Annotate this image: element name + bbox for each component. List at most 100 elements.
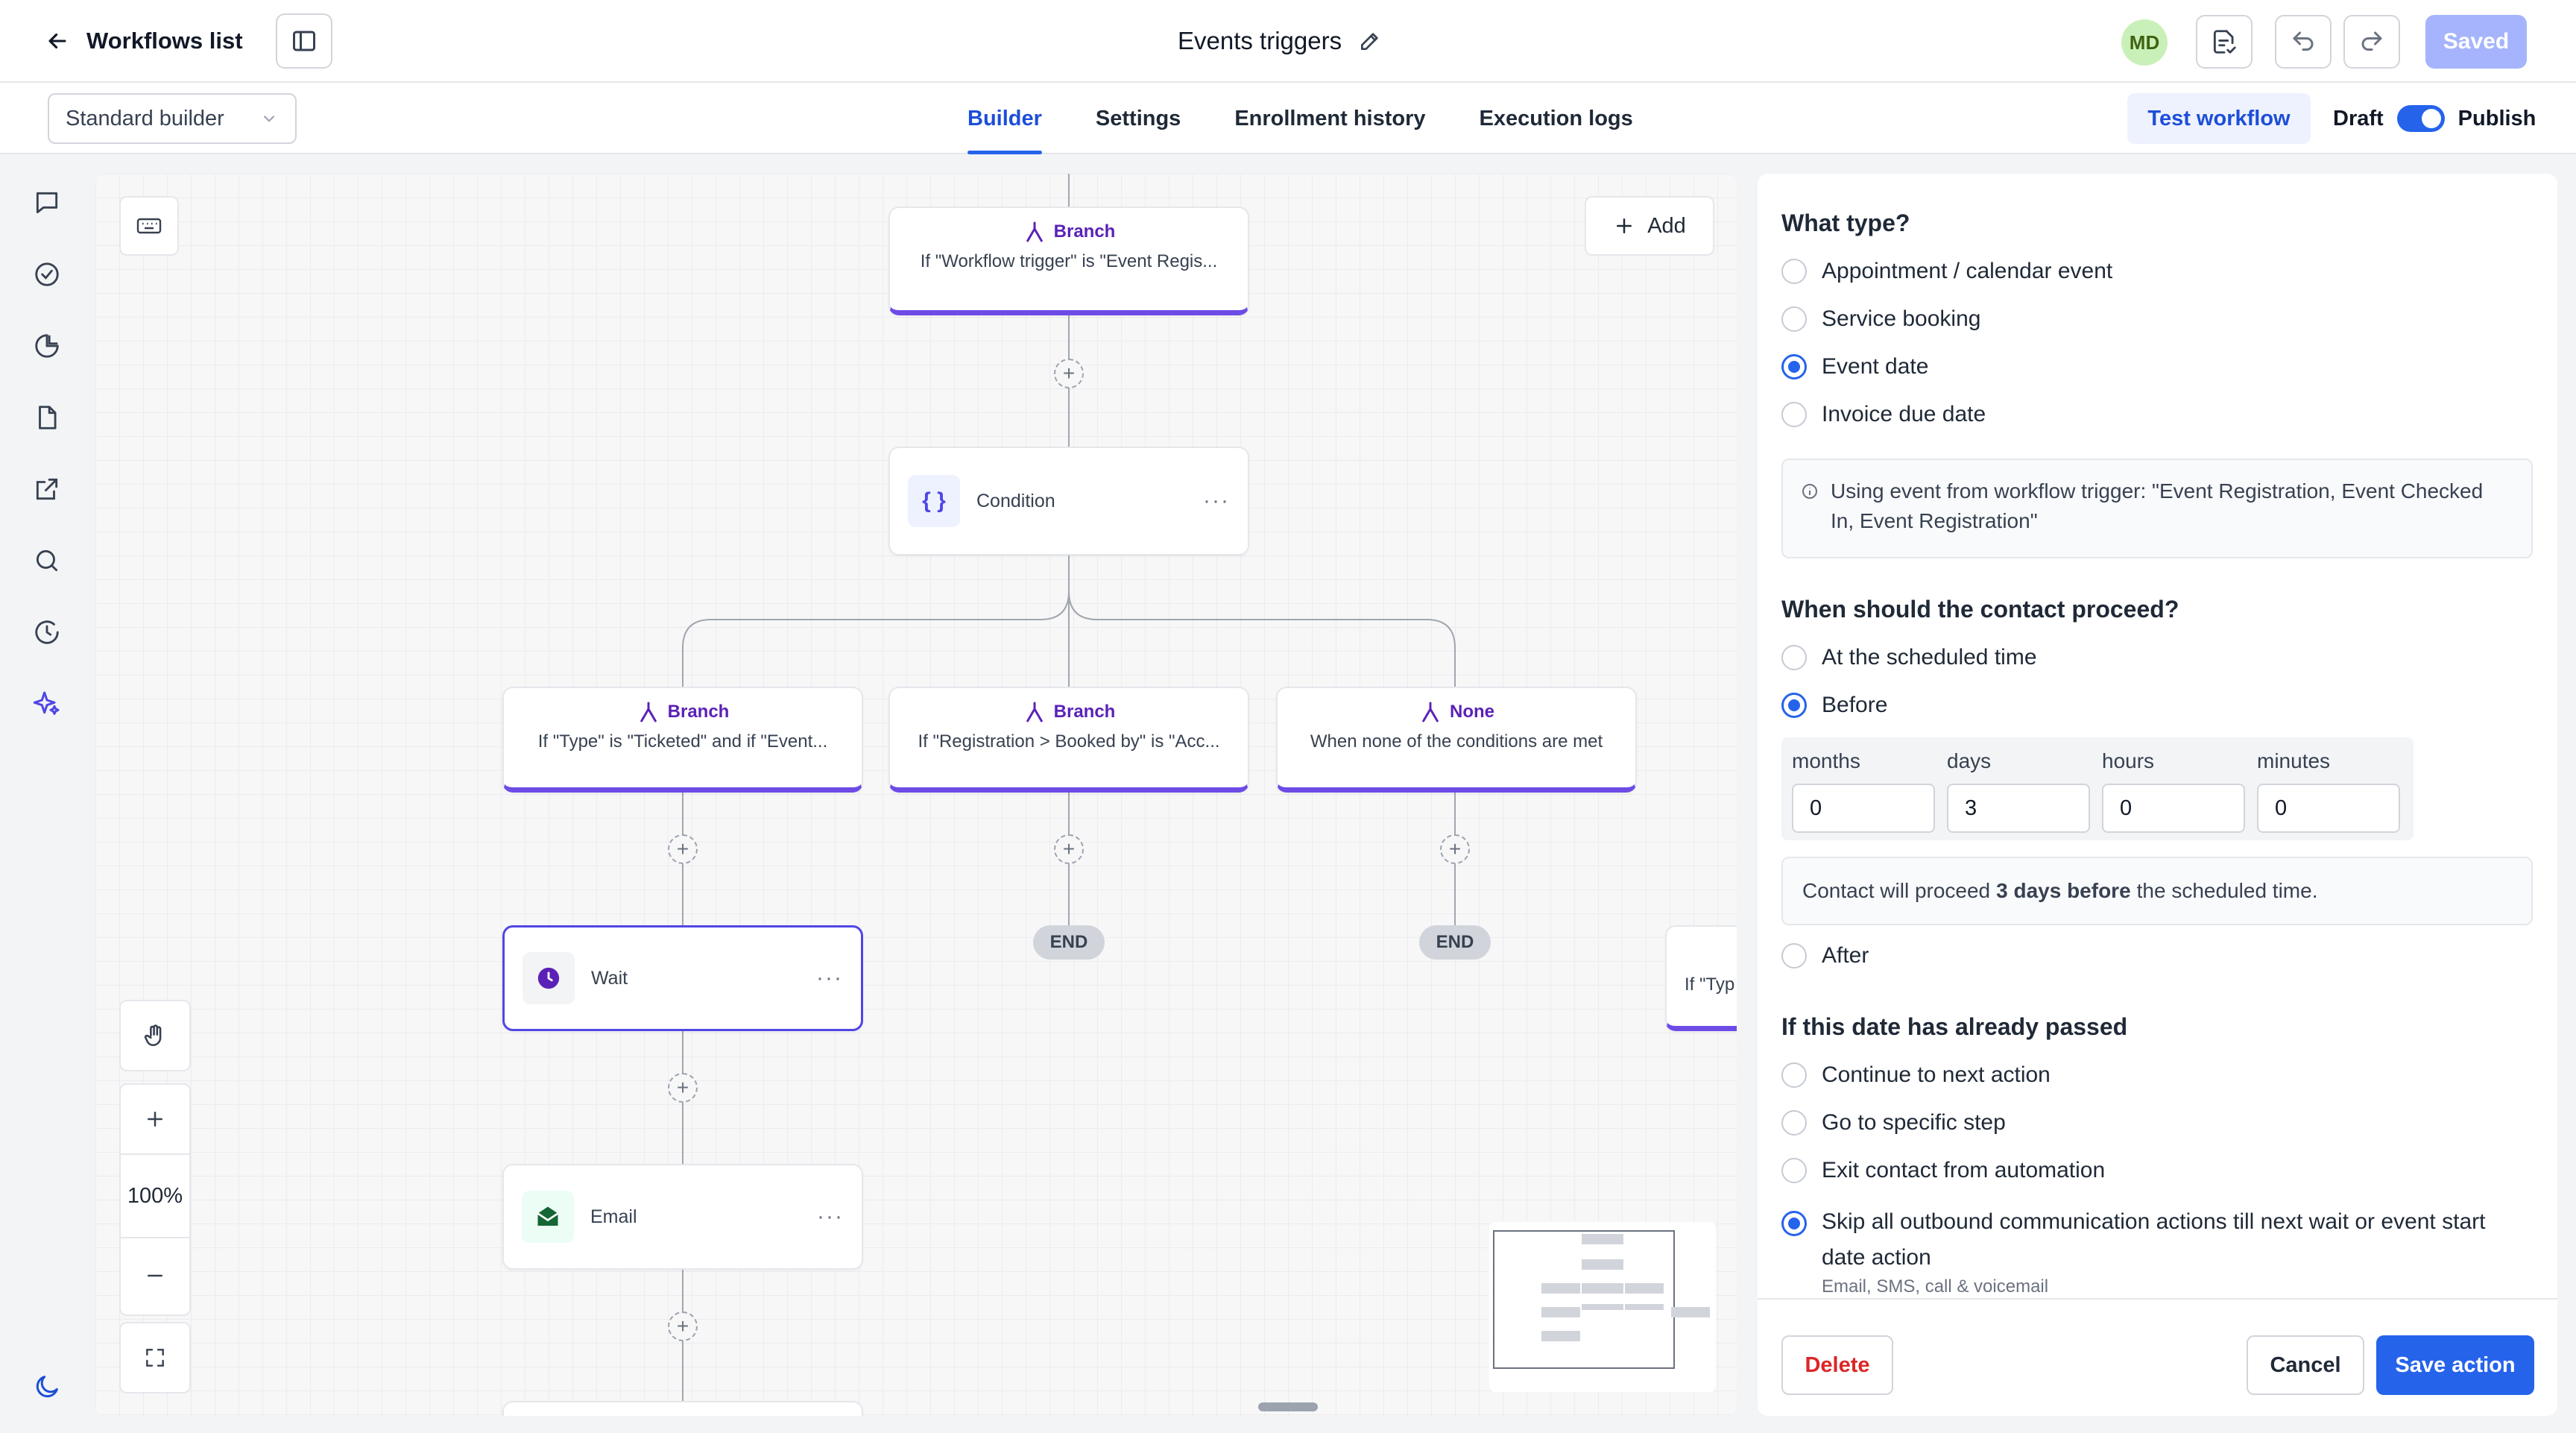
condition-node[interactable]: { } Condition ··· <box>888 447 1249 555</box>
type-option-invoice[interactable]: Invoice due date <box>1781 402 1986 427</box>
back-to-workflows[interactable]: Workflows list <box>45 22 243 60</box>
tab-settings[interactable]: Settings <box>1096 83 1181 154</box>
nav-history[interactable] <box>30 615 64 649</box>
builder-select[interactable]: Standard builder <box>48 93 297 144</box>
workflow-canvas[interactable]: Add Branch If "Workflow trigger" is "Eve… <box>95 174 1737 1416</box>
passed-skip-option[interactable]: Skip all outbound communication actions … <box>1781 1206 2512 1298</box>
radio-circle[interactable] <box>1781 645 1807 670</box>
radio-circle-selected[interactable] <box>1781 354 1807 379</box>
more-options-icon[interactable]: ··· <box>817 1204 844 1229</box>
horizontal-scrollbar[interactable] <box>1258 1402 1318 1411</box>
zoom-level: 100% <box>121 1155 189 1238</box>
passed-goto-option[interactable]: Go to specific step <box>1781 1110 2006 1136</box>
saved-button[interactable]: Saved <box>2425 15 2527 69</box>
radio-circle[interactable] <box>1781 1110 1807 1136</box>
sidebar-toggle-button[interactable] <box>276 13 332 69</box>
branch-node-top[interactable]: Branch If "Workflow trigger" is "Event R… <box>888 207 1249 315</box>
clock-icon <box>523 952 575 1004</box>
history-icon <box>35 620 59 644</box>
delete-button[interactable]: Delete <box>1781 1335 1893 1395</box>
add-step-button[interactable]: + <box>1054 834 1084 864</box>
radio-circle[interactable] <box>1781 1062 1807 1088</box>
add-step-button[interactable]: + <box>668 1311 698 1341</box>
radio-circle[interactable] <box>1781 306 1807 332</box>
save-action-button[interactable]: Save action <box>2376 1335 2534 1395</box>
passed-continue-option[interactable]: Continue to next action <box>1781 1062 2051 1088</box>
nav-external[interactable] <box>30 472 64 506</box>
nav-search[interactable] <box>30 544 64 578</box>
end-marker: END <box>1033 925 1105 960</box>
zoom-out-button[interactable] <box>121 1238 189 1313</box>
passed-exit-option[interactable]: Exit contact from automation <box>1781 1158 2105 1183</box>
type-option-event-date[interactable]: Event date <box>1781 354 1928 379</box>
notes-button[interactable] <box>2196 15 2253 69</box>
test-workflow-button[interactable]: Test workflow <box>2127 93 2311 144</box>
radio-label: Invoice due date <box>1822 402 1986 426</box>
radio-circle[interactable] <box>1781 402 1807 427</box>
add-step-button[interactable]: + <box>1440 834 1470 864</box>
radio-circle-selected[interactable] <box>1781 693 1807 718</box>
branch-node-partial[interactable]: If "Typ <box>1665 925 1737 1031</box>
redo-icon <box>2361 31 2382 51</box>
radio-circle[interactable] <box>1781 259 1807 284</box>
pie-chart-icon <box>35 334 59 358</box>
external-link-icon <box>36 478 58 500</box>
publish-toggle[interactable] <box>2396 105 2445 132</box>
redo-button[interactable] <box>2343 15 2400 69</box>
keyboard-shortcuts-button[interactable] <box>119 196 179 256</box>
add-step-button[interactable]: + <box>668 834 698 864</box>
add-node-button[interactable]: Add <box>1585 196 1714 256</box>
proceed-title: When should the contact proceed? <box>1781 596 2179 623</box>
workflow-title[interactable]: Events triggers <box>1178 22 1382 60</box>
minimap[interactable] <box>1489 1222 1716 1392</box>
add-step-button[interactable]: + <box>668 1073 698 1103</box>
branch-node-1[interactable]: Branch If "Type" is "Ticketed" and if "E… <box>502 687 863 793</box>
next-node[interactable] <box>502 1401 863 1416</box>
nav-tasks[interactable] <box>30 257 64 292</box>
fit-view-button[interactable] <box>119 1322 191 1393</box>
radio-circle[interactable] <box>1781 1158 1807 1183</box>
branch-node-none[interactable]: None When none of the conditions are met <box>1276 687 1637 793</box>
radio-circle-selected[interactable] <box>1781 1211 1807 1236</box>
nav-dark-mode[interactable] <box>30 1370 64 1404</box>
sparkles-icon <box>33 691 60 715</box>
tab-builder[interactable]: Builder <box>967 83 1042 154</box>
tab-enrollment-history[interactable]: Enrollment history <box>1234 83 1425 154</box>
pan-tool-button[interactable] <box>119 1000 191 1071</box>
braces-icon: { } <box>908 475 960 527</box>
search-icon <box>36 549 58 572</box>
nav-analytics[interactable] <box>30 329 64 363</box>
type-option-appointment[interactable]: Appointment / calendar event <box>1781 259 2112 284</box>
minutes-input[interactable]: 0 <box>2257 784 2400 833</box>
action-settings-panel: What type? Appointment / calendar event … <box>1758 174 2557 1416</box>
avatar[interactable]: MD <box>2121 19 2168 66</box>
keyboard-icon <box>136 218 162 234</box>
wait-node[interactable]: Wait ··· <box>502 925 863 1031</box>
zoom-in-button[interactable] <box>121 1085 189 1155</box>
radio-circle[interactable] <box>1781 943 1807 969</box>
undo-button[interactable] <box>2275 15 2332 69</box>
nav-comments[interactable] <box>30 186 64 220</box>
tab-execution-logs[interactable]: Execution logs <box>1480 83 1633 154</box>
days-input[interactable]: 3 <box>1947 784 2090 833</box>
chevron-down-icon <box>263 115 275 122</box>
proceed-before-option[interactable]: Before <box>1781 693 1887 718</box>
hours-input[interactable]: 0 <box>2102 784 2245 833</box>
cancel-button[interactable]: Cancel <box>2247 1335 2364 1395</box>
add-step-button[interactable]: + <box>1054 359 1084 388</box>
more-options-icon[interactable]: ··· <box>816 966 843 991</box>
email-node[interactable]: Email ··· <box>502 1164 863 1270</box>
radio-label: Event date <box>1822 354 1929 379</box>
branch-node-2[interactable]: Branch If "Registration > Booked by" is … <box>888 687 1249 793</box>
panel-footer-divider <box>1758 1298 2557 1300</box>
proceed-scheduled-option[interactable]: At the scheduled time <box>1781 645 2037 670</box>
months-input[interactable]: 0 <box>1792 784 1935 833</box>
pencil-icon[interactable] <box>1358 29 1382 53</box>
nav-ai[interactable] <box>30 687 64 721</box>
radio-label: After <box>1822 943 1869 968</box>
nav-files[interactable] <box>30 400 64 435</box>
check-circle-icon <box>35 262 59 286</box>
proceed-after-option[interactable]: After <box>1781 943 1869 969</box>
more-options-icon[interactable]: ··· <box>1203 488 1230 514</box>
type-option-service[interactable]: Service booking <box>1781 306 1980 332</box>
